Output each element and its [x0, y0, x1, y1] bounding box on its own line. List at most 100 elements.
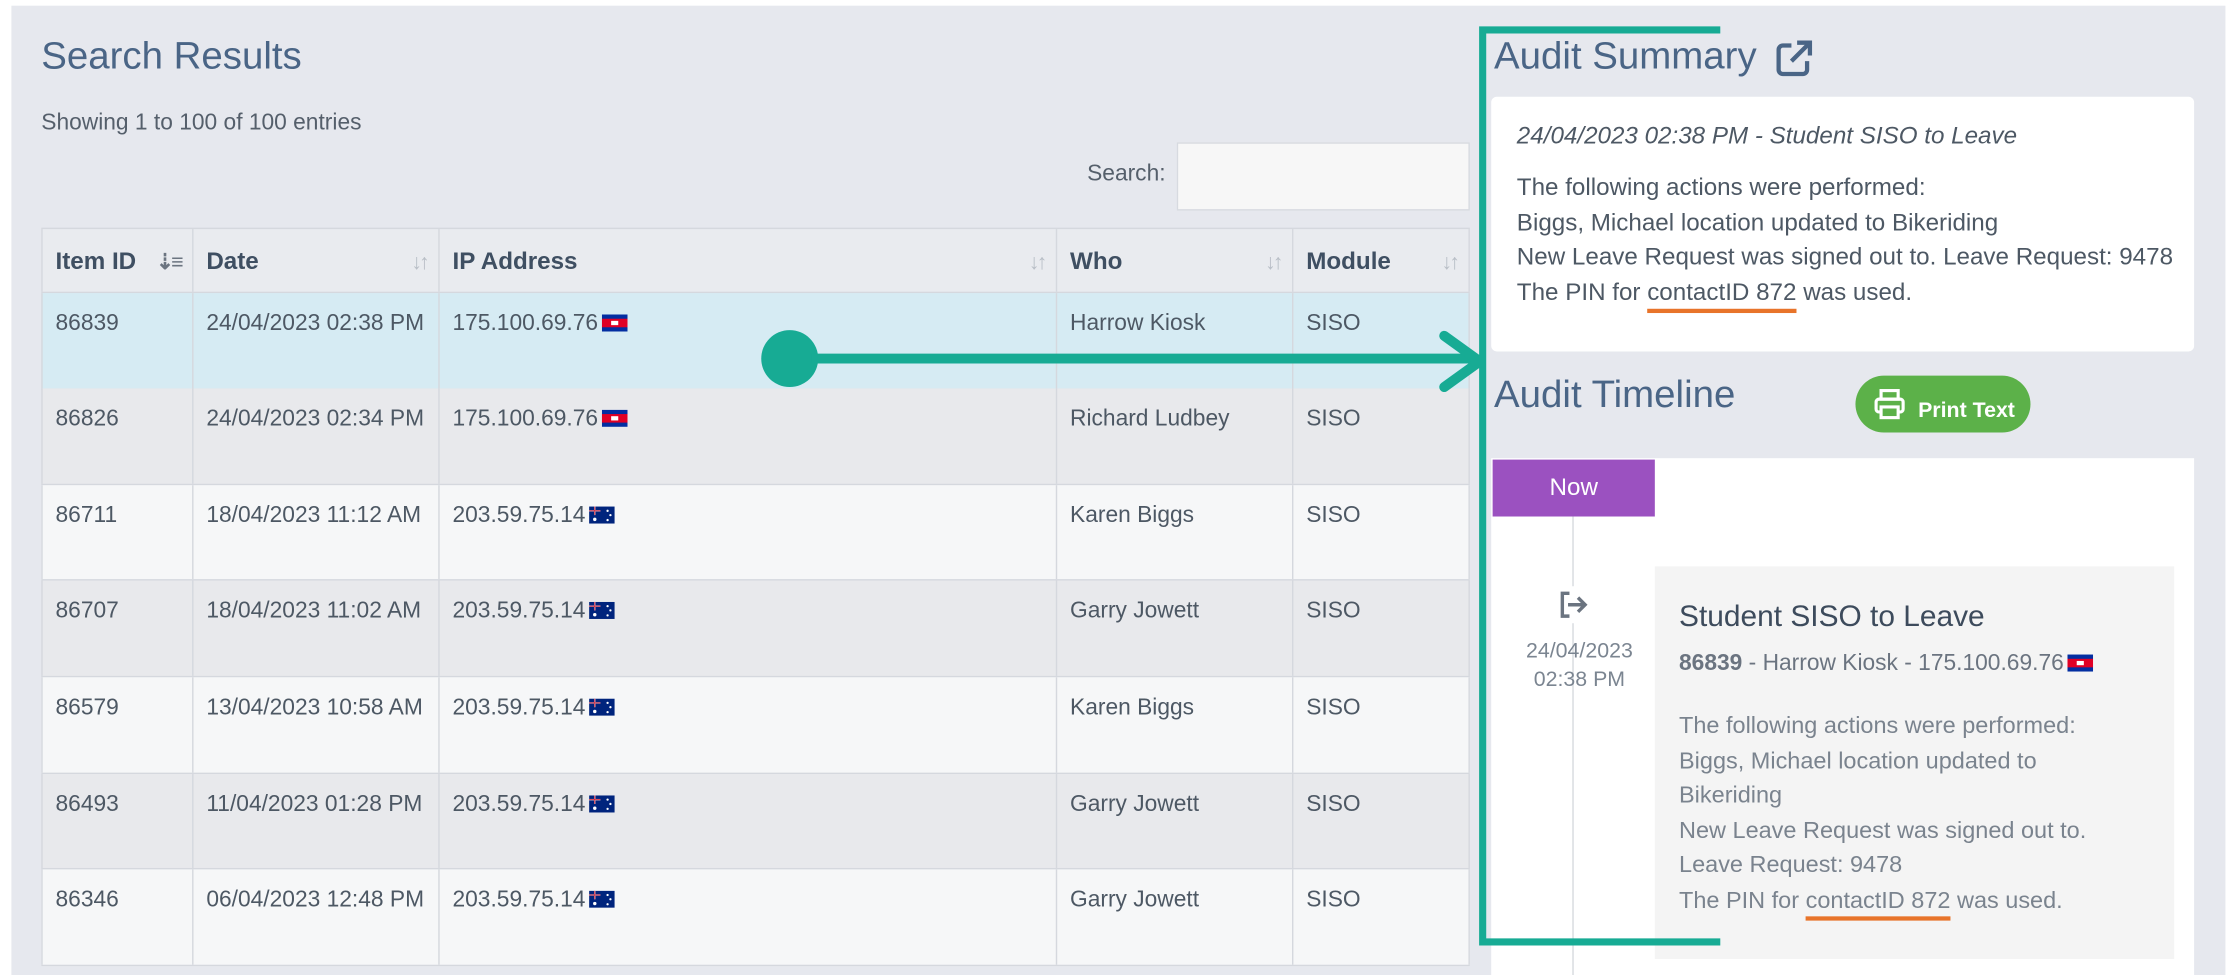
cambodia-flag-icon — [602, 409, 628, 427]
who-cell-text: Karen Biggs — [1070, 503, 1195, 528]
time-line: 02:38 PM — [1533, 667, 1626, 692]
sort-icon[interactable]: ↓↑ — [1441, 246, 1459, 280]
module-cell-text: SISO — [1306, 695, 1361, 720]
australia-flag-icon — [589, 601, 616, 619]
column-label: Module — [1306, 247, 1391, 275]
audit-summary-text: The following actions were performed: Bi… — [1517, 171, 2173, 310]
timeline-entry-card: Student SISO to Leave 86839 - Harrow Kio… — [1654, 566, 2175, 960]
ip-address-cell-text: 203.59.75.14 — [452, 792, 586, 817]
cambodia-flag-icon — [602, 314, 628, 332]
table-row[interactable]: 86711 18/04/2023 11:12 AM 203.59.75.14 Kare… — [41, 485, 1470, 581]
column-header-module[interactable]: Module ↓↑ — [1291, 229, 1470, 292]
date-cell-text: 18/04/2023 11:12 AM — [206, 503, 422, 528]
timeline-entry-meta: 86839 - Harrow Kiosk - 175.100.69.76 — [1679, 652, 2094, 678]
date-cell-text: 18/04/2023 11:02 AM — [206, 599, 422, 624]
date-line: 24/04/2023 — [1525, 638, 1633, 664]
column-header-who[interactable]: Who ↓↑ — [1055, 229, 1292, 292]
column-header-item-id[interactable]: Item ID ⇣≡ — [41, 229, 192, 292]
column-label: Item ID — [55, 247, 137, 275]
ip-address-cell-text: 203.59.75.14 — [452, 599, 586, 624]
contact-id-highlight: contactID 872 — [1647, 278, 1797, 306]
ip-address-cell-text: 203.59.75.14 — [452, 503, 586, 528]
sort-icon[interactable]: ⇣≡ — [156, 246, 184, 280]
body-line: Bikeriding — [1679, 782, 1783, 809]
date-cell-text: 24/04/2023 02:34 PM — [206, 406, 425, 432]
date-cell: 06/04/2023 12:48 PM — [192, 869, 438, 965]
pin-text: was used. — [1796, 278, 1913, 306]
item-id-cell: 86839 — [41, 293, 192, 389]
sort-icon[interactable]: ↓↑ — [411, 246, 429, 280]
table-row[interactable]: 86346 06/04/2023 12:48 PM 203.59.75.14 Garr… — [41, 869, 1470, 967]
date-cell: 18/04/2023 11:12 AM — [192, 485, 438, 580]
module-cell: SISO — [1291, 388, 1470, 484]
search-results-title: Search Results — [41, 34, 302, 77]
date-cell: 11/04/2023 01:28 PM — [192, 774, 438, 868]
sort-icon[interactable]: ↓↑ — [1029, 246, 1047, 280]
australia-flag-icon — [589, 698, 616, 716]
now-badge: Now — [1492, 459, 1655, 517]
column-label: Date — [206, 247, 259, 275]
who-cell-text: Harrow Kiosk — [1070, 311, 1206, 336]
column-label: Who — [1070, 247, 1123, 275]
summary-line: New Leave Request was signed out to. Lea… — [1516, 243, 2174, 271]
who-cell-text: Karen Biggs — [1070, 695, 1195, 720]
body-line: New Leave Request was signed out to. — [1679, 817, 2087, 844]
module-cell-text: SISO — [1306, 311, 1361, 336]
external-link-icon[interactable] — [1773, 37, 1816, 80]
audit-summary-title: Audit Summary — [1494, 34, 1757, 77]
who-cell: Richard Ludbey — [1055, 388, 1292, 484]
table-row[interactable]: 86493 11/04/2023 01:28 PM 203.59.75.14 Garr… — [41, 774, 1470, 870]
table-row[interactable]: 86826 24/04/2023 02:34 PM 175.100.69.76 Ric… — [41, 388, 1470, 486]
timeline-item-id: 86839 — [1679, 651, 1743, 676]
ip-address-cell: 203.59.75.14 — [438, 869, 1056, 965]
item-id-cell-text: 86826 — [55, 406, 119, 432]
timeline-entry-body: The following actions were performed: Bi… — [1679, 709, 2163, 918]
ip-address-cell: 203.59.75.14 — [438, 774, 1056, 868]
timeline-meta-text: - Harrow Kiosk - 175.100.69.76 — [1742, 651, 2064, 676]
item-id-cell-text: 86346 — [55, 887, 119, 913]
item-id-cell: 86707 — [41, 580, 192, 676]
ip-address-cell: 203.59.75.14 — [438, 580, 1056, 676]
ip-address-cell: 203.59.75.14 — [438, 677, 1056, 773]
who-cell: Karen Biggs — [1055, 677, 1292, 773]
item-id-cell: 86826 — [41, 388, 192, 484]
column-header-ip-address[interactable]: IP Address ↓↑ — [438, 229, 1056, 292]
module-cell: SISO — [1291, 293, 1470, 389]
column-header-date[interactable]: Date ↓↑ — [192, 229, 438, 292]
who-cell: Garry Jowett — [1055, 869, 1292, 965]
date-cell: 24/04/2023 02:34 PM — [192, 388, 438, 484]
table-row[interactable]: 86839 24/04/2023 02:38 PM 175.100.69.76 Har… — [41, 293, 1470, 390]
module-cell: SISO — [1291, 580, 1470, 676]
body-line: Biggs, Michael location updated to — [1679, 747, 2037, 774]
who-cell-text: Richard Ludbey — [1070, 406, 1230, 432]
ip-address-cell-text: 203.59.75.14 — [452, 887, 586, 913]
date-cell: 24/04/2023 02:38 PM — [192, 293, 438, 389]
who-cell: Garry Jowett — [1055, 580, 1292, 676]
module-cell: SISO — [1291, 485, 1470, 580]
timeline-entry-date: 24/04/2023 02:38 PM — [1508, 637, 1650, 694]
date-cell: 13/04/2023 10:58 AM — [192, 677, 438, 773]
module-cell-text: SISO — [1306, 503, 1361, 528]
pin-text: was used. — [1950, 887, 2063, 913]
table-row[interactable]: 86579 13/04/2023 10:58 AM 203.59.75.14 Kare… — [41, 677, 1470, 775]
date-cell: 18/04/2023 11:02 AM — [192, 580, 438, 676]
ip-address-cell-text: 175.100.69.76 — [452, 406, 599, 432]
item-id-cell-text: 86493 — [55, 792, 119, 817]
who-cell: Garry Jowett — [1055, 774, 1292, 868]
search-input[interactable] — [1176, 142, 1470, 211]
body-line: The following actions were performed: — [1679, 712, 2076, 739]
column-label: IP Address — [452, 247, 578, 275]
ip-address-cell-text: 203.59.75.14 — [452, 695, 586, 720]
date-cell-text: 13/04/2023 10:58 AM — [206, 695, 423, 720]
audit-summary-heading: 24/04/2023 02:38 PM - Student SISO to Le… — [1516, 122, 2018, 150]
module-cell-text: SISO — [1306, 406, 1361, 432]
item-id-cell-text: 86707 — [55, 599, 119, 624]
sign-out-icon — [1555, 586, 1593, 624]
summary-line: Biggs, Michael location updated to Biker… — [1516, 208, 1999, 236]
printer-icon — [1874, 389, 1905, 420]
timeline-entry-title: Student SISO to Leave — [1679, 600, 1985, 634]
sort-icon[interactable]: ↓↑ — [1265, 246, 1283, 280]
table-row[interactable]: 86707 18/04/2023 11:02 AM 203.59.75.14 Garr… — [41, 580, 1470, 678]
module-cell: SISO — [1291, 677, 1470, 773]
who-cell-text: Garry Jowett — [1070, 792, 1200, 817]
